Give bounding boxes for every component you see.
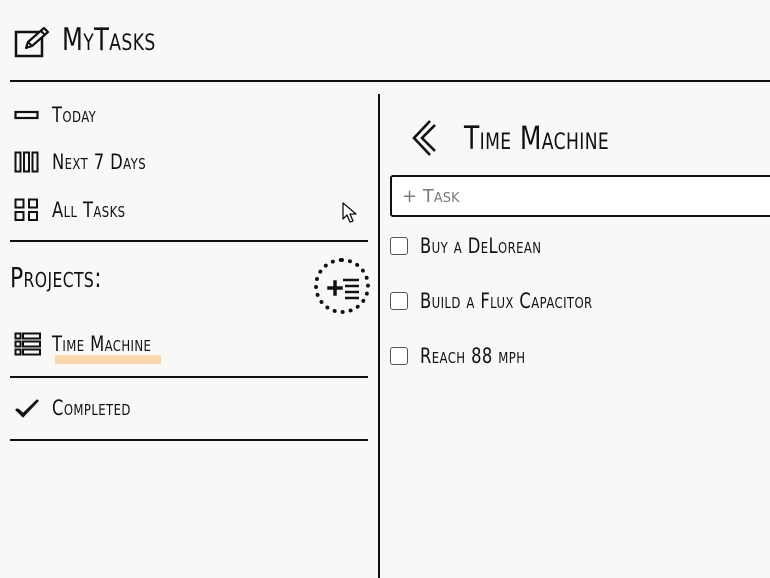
nav-item-today[interactable]: Today xyxy=(14,99,354,131)
chevron-left-icon[interactable] xyxy=(408,118,440,158)
nav-item-next-7-days[interactable]: Next 7 Days xyxy=(14,146,354,178)
list-icon xyxy=(14,330,42,358)
project-title: Time Machine xyxy=(464,119,610,157)
single-bar-icon xyxy=(14,101,42,129)
task-item: Reach 88 mph xyxy=(390,341,750,371)
nav-item-label: Next 7 Days xyxy=(52,150,147,174)
sidebar: Today Next 7 Days All Tasks Projects: Ti… xyxy=(0,82,378,578)
grid-icon xyxy=(14,196,42,224)
nav-item-label: All Tasks xyxy=(52,198,126,222)
add-project-button[interactable] xyxy=(314,258,370,314)
nav-item-label: Completed xyxy=(52,396,131,420)
sidebar-divider xyxy=(10,376,368,378)
app-header: MyTasks xyxy=(0,0,770,82)
project-item-label: Time Machine xyxy=(52,332,152,356)
project-item-time-machine[interactable]: Time Machine xyxy=(14,328,354,360)
sidebar-divider xyxy=(10,439,368,441)
projects-heading: Projects: xyxy=(10,261,102,294)
task-item: Build a Flux Capacitor xyxy=(390,286,750,316)
task-checkbox[interactable] xyxy=(390,237,408,255)
sidebar-divider xyxy=(10,240,368,242)
nav-item-completed[interactable]: Completed xyxy=(14,392,354,424)
task-checkbox[interactable] xyxy=(390,347,408,365)
project-panel: Time Machine Buy a DeLorean Build a Flux… xyxy=(380,82,770,578)
nav-item-all-tasks[interactable]: All Tasks xyxy=(14,194,354,226)
nav-item-label: Today xyxy=(52,103,97,127)
task-label: Reach 88 mph xyxy=(420,344,526,368)
add-list-icon xyxy=(327,278,359,300)
task-label: Build a Flux Capacitor xyxy=(420,289,593,313)
task-item: Buy a DeLorean xyxy=(390,231,750,261)
task-label: Buy a DeLorean xyxy=(420,234,542,258)
new-task-input[interactable] xyxy=(390,175,770,217)
task-checkbox[interactable] xyxy=(390,292,408,310)
checkmark-icon xyxy=(14,394,42,422)
edit-note-icon xyxy=(14,26,50,58)
three-columns-icon xyxy=(14,148,42,176)
app-title: MyTasks xyxy=(62,22,156,58)
